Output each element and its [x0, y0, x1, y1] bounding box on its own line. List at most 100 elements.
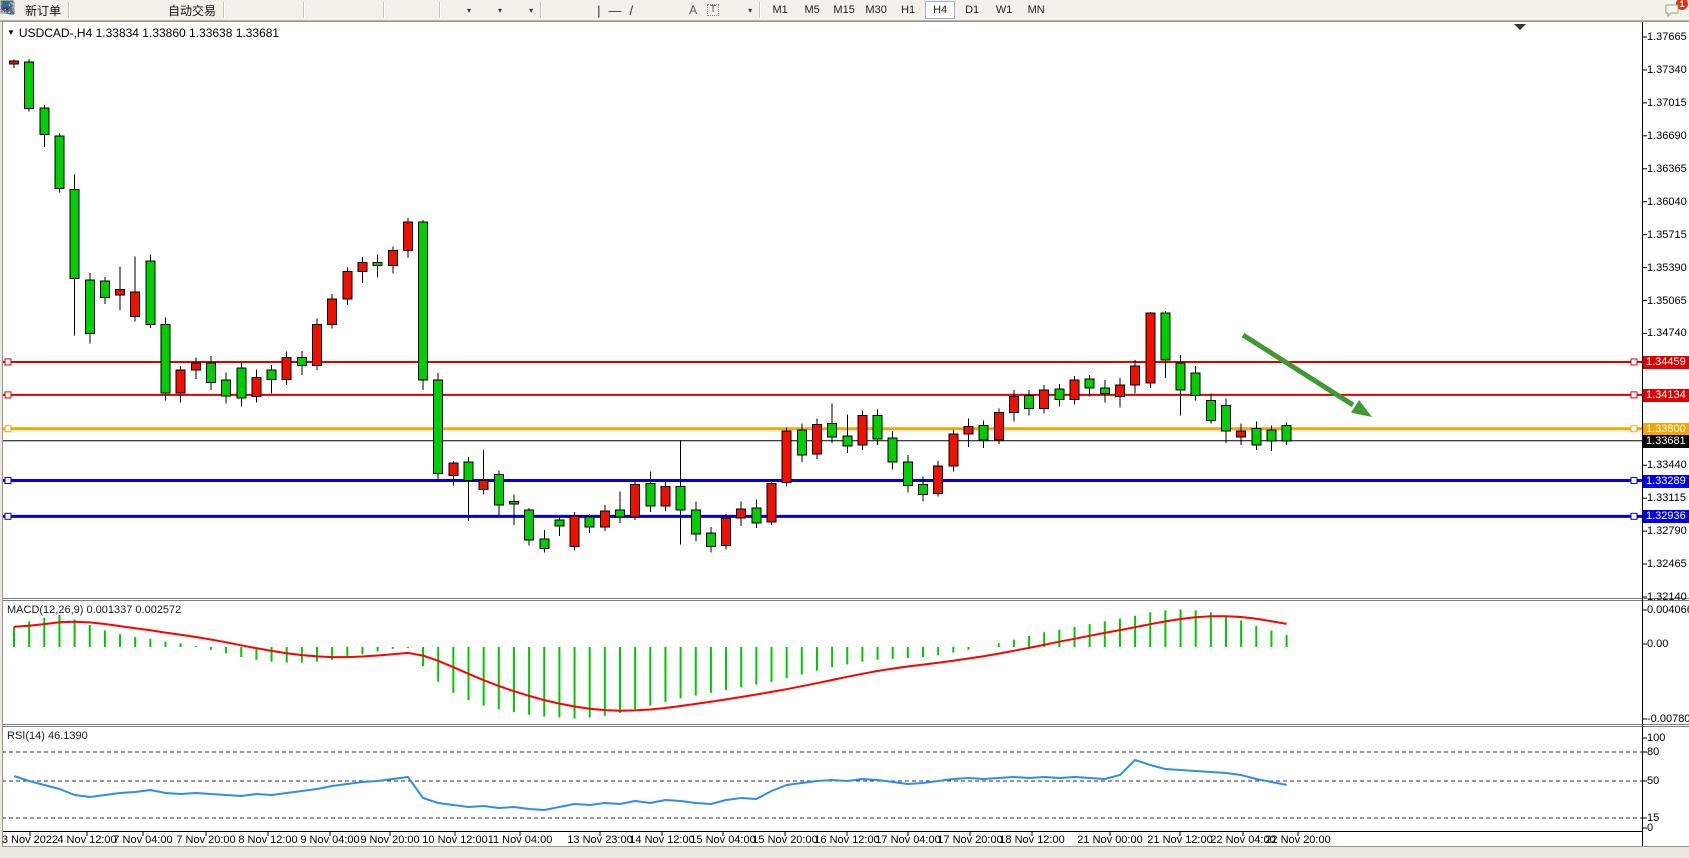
line-chart-icon: [280, 2, 296, 18]
timeframe-h1-button[interactable]: H1: [893, 1, 923, 19]
hline-handle[interactable]: [1631, 478, 1637, 484]
hline-handle[interactable]: [1631, 359, 1637, 365]
hline-handle[interactable]: [5, 513, 11, 519]
separator: [68, 2, 70, 18]
metaeditor-button[interactable]: [73, 1, 97, 20]
templates-button[interactable]: ▾: [506, 1, 537, 20]
candlestick-chart-button[interactable]: [252, 1, 276, 20]
auto-scroll-icon: [392, 2, 408, 18]
candle-body: [267, 370, 276, 380]
candle-body: [585, 517, 594, 527]
candle-body: [509, 502, 518, 504]
candle-body: [297, 357, 306, 365]
separator: [439, 2, 441, 18]
vertical-line-tool-button[interactable]: |: [593, 1, 604, 20]
signal-icon: [125, 2, 141, 18]
candle-body: [570, 516, 579, 546]
candle-body: [388, 250, 397, 265]
candle-body: [1176, 363, 1185, 390]
candle-body: [782, 431, 791, 483]
indicators-icon: [448, 2, 464, 18]
timeframe-w1-button[interactable]: W1: [989, 1, 1019, 19]
auto-scroll-button[interactable]: [388, 1, 412, 20]
hline-handle[interactable]: [1631, 392, 1637, 398]
hline-handle[interactable]: [1631, 513, 1637, 519]
indicators-button[interactable]: ▾: [444, 1, 475, 20]
line-chart-button[interactable]: [276, 1, 300, 20]
horizontal-line-tool-button[interactable]: —: [604, 1, 625, 20]
bar-chart-button[interactable]: [228, 1, 252, 20]
notifications-icon[interactable]: 1: [1665, 2, 1681, 18]
candle-body: [1146, 313, 1155, 383]
candle-body: [85, 280, 94, 334]
text-icon: A: [689, 3, 697, 17]
chart-shift-button[interactable]: [412, 1, 436, 20]
timeframe-h4-button[interactable]: H4: [925, 1, 955, 19]
candle-body: [116, 289, 125, 295]
tile-windows-button[interactable]: [356, 1, 380, 20]
candle-body: [131, 292, 140, 317]
trendline-icon: /: [629, 3, 633, 18]
crosshair-tool-button[interactable]: [569, 1, 593, 20]
hline-handle[interactable]: [5, 359, 11, 365]
candle-body: [1025, 395, 1034, 408]
chart-canvas[interactable]: [0, 0, 1689, 858]
timeframe-m30-button[interactable]: M30: [861, 1, 891, 19]
timeframe-mn-button[interactable]: MN: [1021, 1, 1051, 19]
candle-body: [1222, 405, 1231, 430]
dropdown-arrow: ▾: [498, 6, 502, 15]
candle-body: [1267, 430, 1276, 441]
text-tool-button[interactable]: A: [685, 1, 701, 20]
candle-body: [358, 263, 367, 272]
template-icon: [510, 2, 526, 18]
cursor-tool-button[interactable]: [545, 1, 569, 20]
candle-body: [1161, 313, 1170, 360]
timeframe-m5-button[interactable]: M5: [797, 1, 827, 19]
zoom-in-button[interactable]: [308, 1, 332, 20]
hline-handle[interactable]: [5, 426, 11, 432]
candle-body: [540, 539, 549, 548]
community-button[interactable]: [97, 1, 121, 20]
candle-body: [555, 520, 564, 526]
candle-body: [373, 263, 382, 266]
separator: [303, 2, 305, 18]
text-label-tool-button[interactable]: T: [701, 1, 725, 20]
autotrading-button[interactable]: 自动交易: [145, 1, 220, 20]
timeframe-m15-button[interactable]: M15: [829, 1, 859, 19]
search-icon[interactable]: [1641, 2, 1657, 18]
hline-handle[interactable]: [5, 392, 11, 398]
candle-body: [858, 416, 867, 445]
hline-handle[interactable]: [5, 478, 11, 484]
candle-body: [1237, 431, 1246, 437]
hline-handle[interactable]: [1631, 426, 1637, 432]
candle-body: [1085, 379, 1094, 388]
dropdown-arrow: ▾: [467, 6, 471, 15]
candle-body: [873, 416, 882, 439]
candle-body: [1131, 366, 1140, 385]
arrows-tool-button[interactable]: ▾: [725, 1, 756, 20]
candle-body: [600, 511, 609, 527]
trendline-tool-button[interactable]: /: [625, 1, 637, 20]
metaeditor-icon: [77, 2, 93, 18]
candle-body: [1100, 388, 1109, 393]
candlestick-chart-icon: [256, 2, 272, 18]
timeframe-m1-button[interactable]: M1: [765, 1, 795, 19]
candle-body: [843, 436, 852, 446]
zoom-out-button[interactable]: [332, 1, 356, 20]
candle-body: [1040, 390, 1049, 408]
timeframe-d1-button[interactable]: D1: [957, 1, 987, 19]
cursor-icon: [549, 2, 565, 18]
candle-body: [797, 430, 806, 455]
dropdown-arrow: ▾: [748, 6, 752, 15]
periods-button[interactable]: ▾: [475, 1, 506, 20]
channel-tool-button[interactable]: E: [637, 1, 661, 20]
fibonacci-tool-button[interactable]: F: [661, 1, 685, 20]
new-order-label: 新订单: [25, 2, 61, 19]
candle-body: [661, 487, 670, 506]
candle-body: [252, 378, 261, 397]
signals-button[interactable]: [121, 1, 145, 20]
candle-body: [100, 281, 109, 298]
candle-body: [828, 424, 837, 437]
candle-body: [146, 261, 155, 324]
candle-body: [1206, 400, 1215, 420]
